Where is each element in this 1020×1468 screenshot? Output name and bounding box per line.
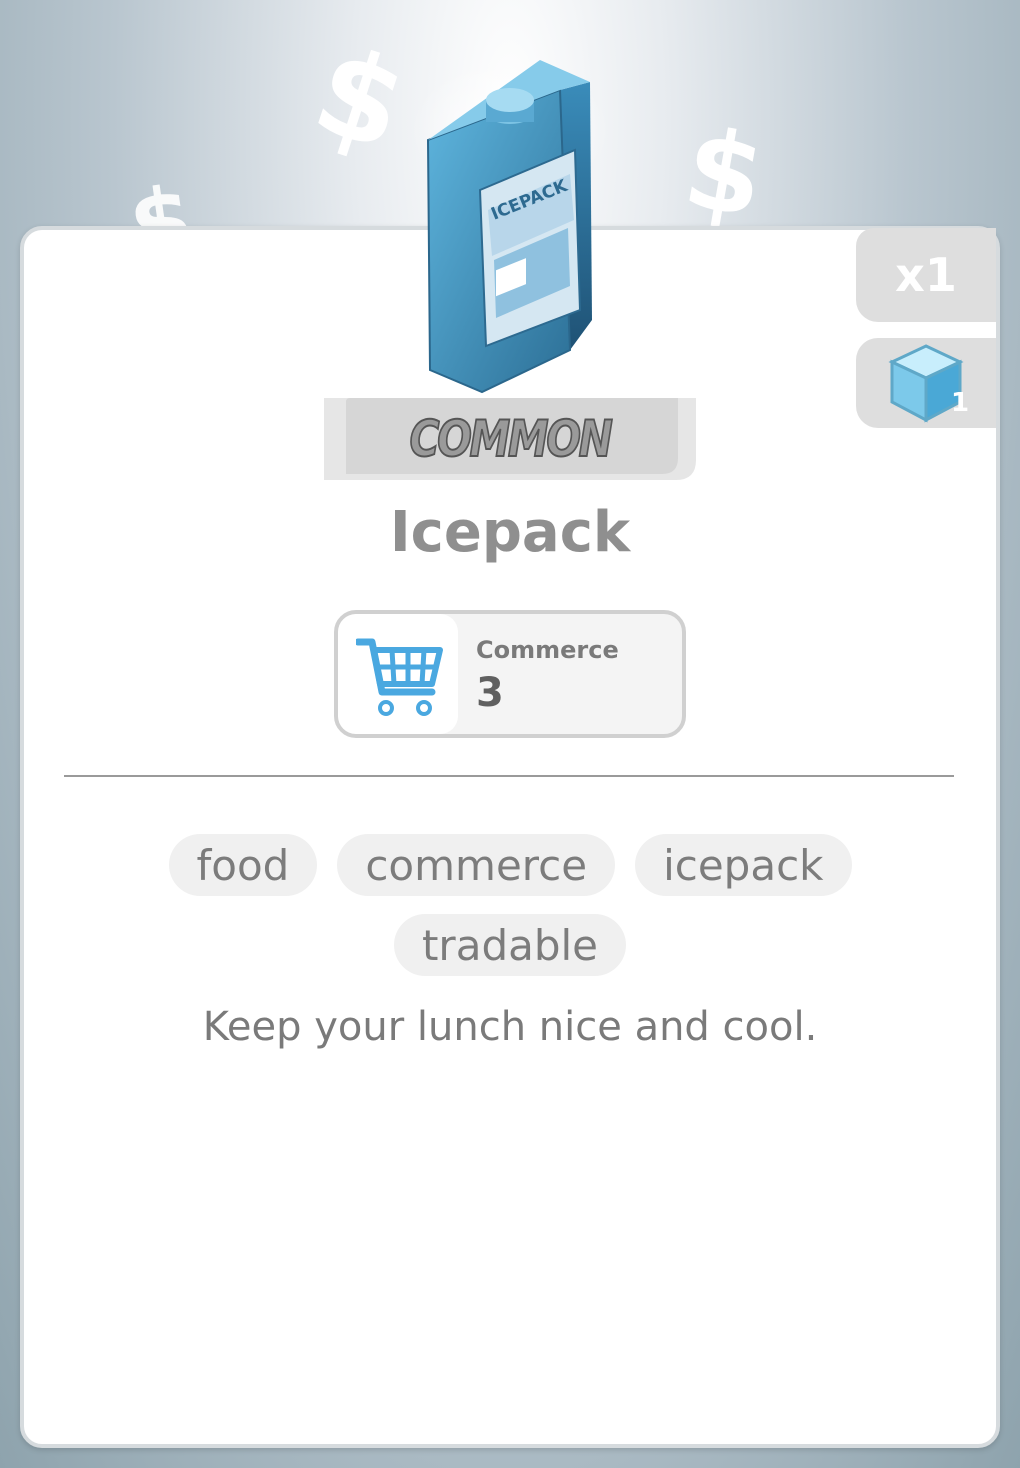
item-name: Icepack xyxy=(389,500,631,565)
stat-icon-container xyxy=(338,614,458,734)
dollar-sign-icon: $ xyxy=(298,20,422,179)
rarity-banner: COMMON xyxy=(324,398,696,480)
stat-value: 3 xyxy=(476,670,504,716)
cube-count: 1 xyxy=(951,388,970,418)
commerce-stat: Commerce 3 xyxy=(334,610,686,738)
cube-badge[interactable]: 1 xyxy=(856,338,996,428)
rarity-label: COMMON xyxy=(409,409,614,469)
tag-list: food commerce icepack tradable xyxy=(130,834,890,976)
quantity-badge: x1 xyxy=(856,228,996,322)
item-description: Keep your lunch nice and cool. xyxy=(202,1004,818,1050)
tag-icepack: icepack xyxy=(635,834,852,896)
icepack-item-image: ICEPACK xyxy=(410,60,610,394)
tag-food: food xyxy=(168,834,318,896)
dollar-sign-icon: $ xyxy=(675,103,774,243)
stat-label: Commerce xyxy=(476,636,619,664)
tag-tradable: tradable xyxy=(393,914,627,976)
divider xyxy=(64,775,954,777)
tag-commerce: commerce xyxy=(337,834,616,896)
shopping-cart-icon xyxy=(356,638,443,716)
